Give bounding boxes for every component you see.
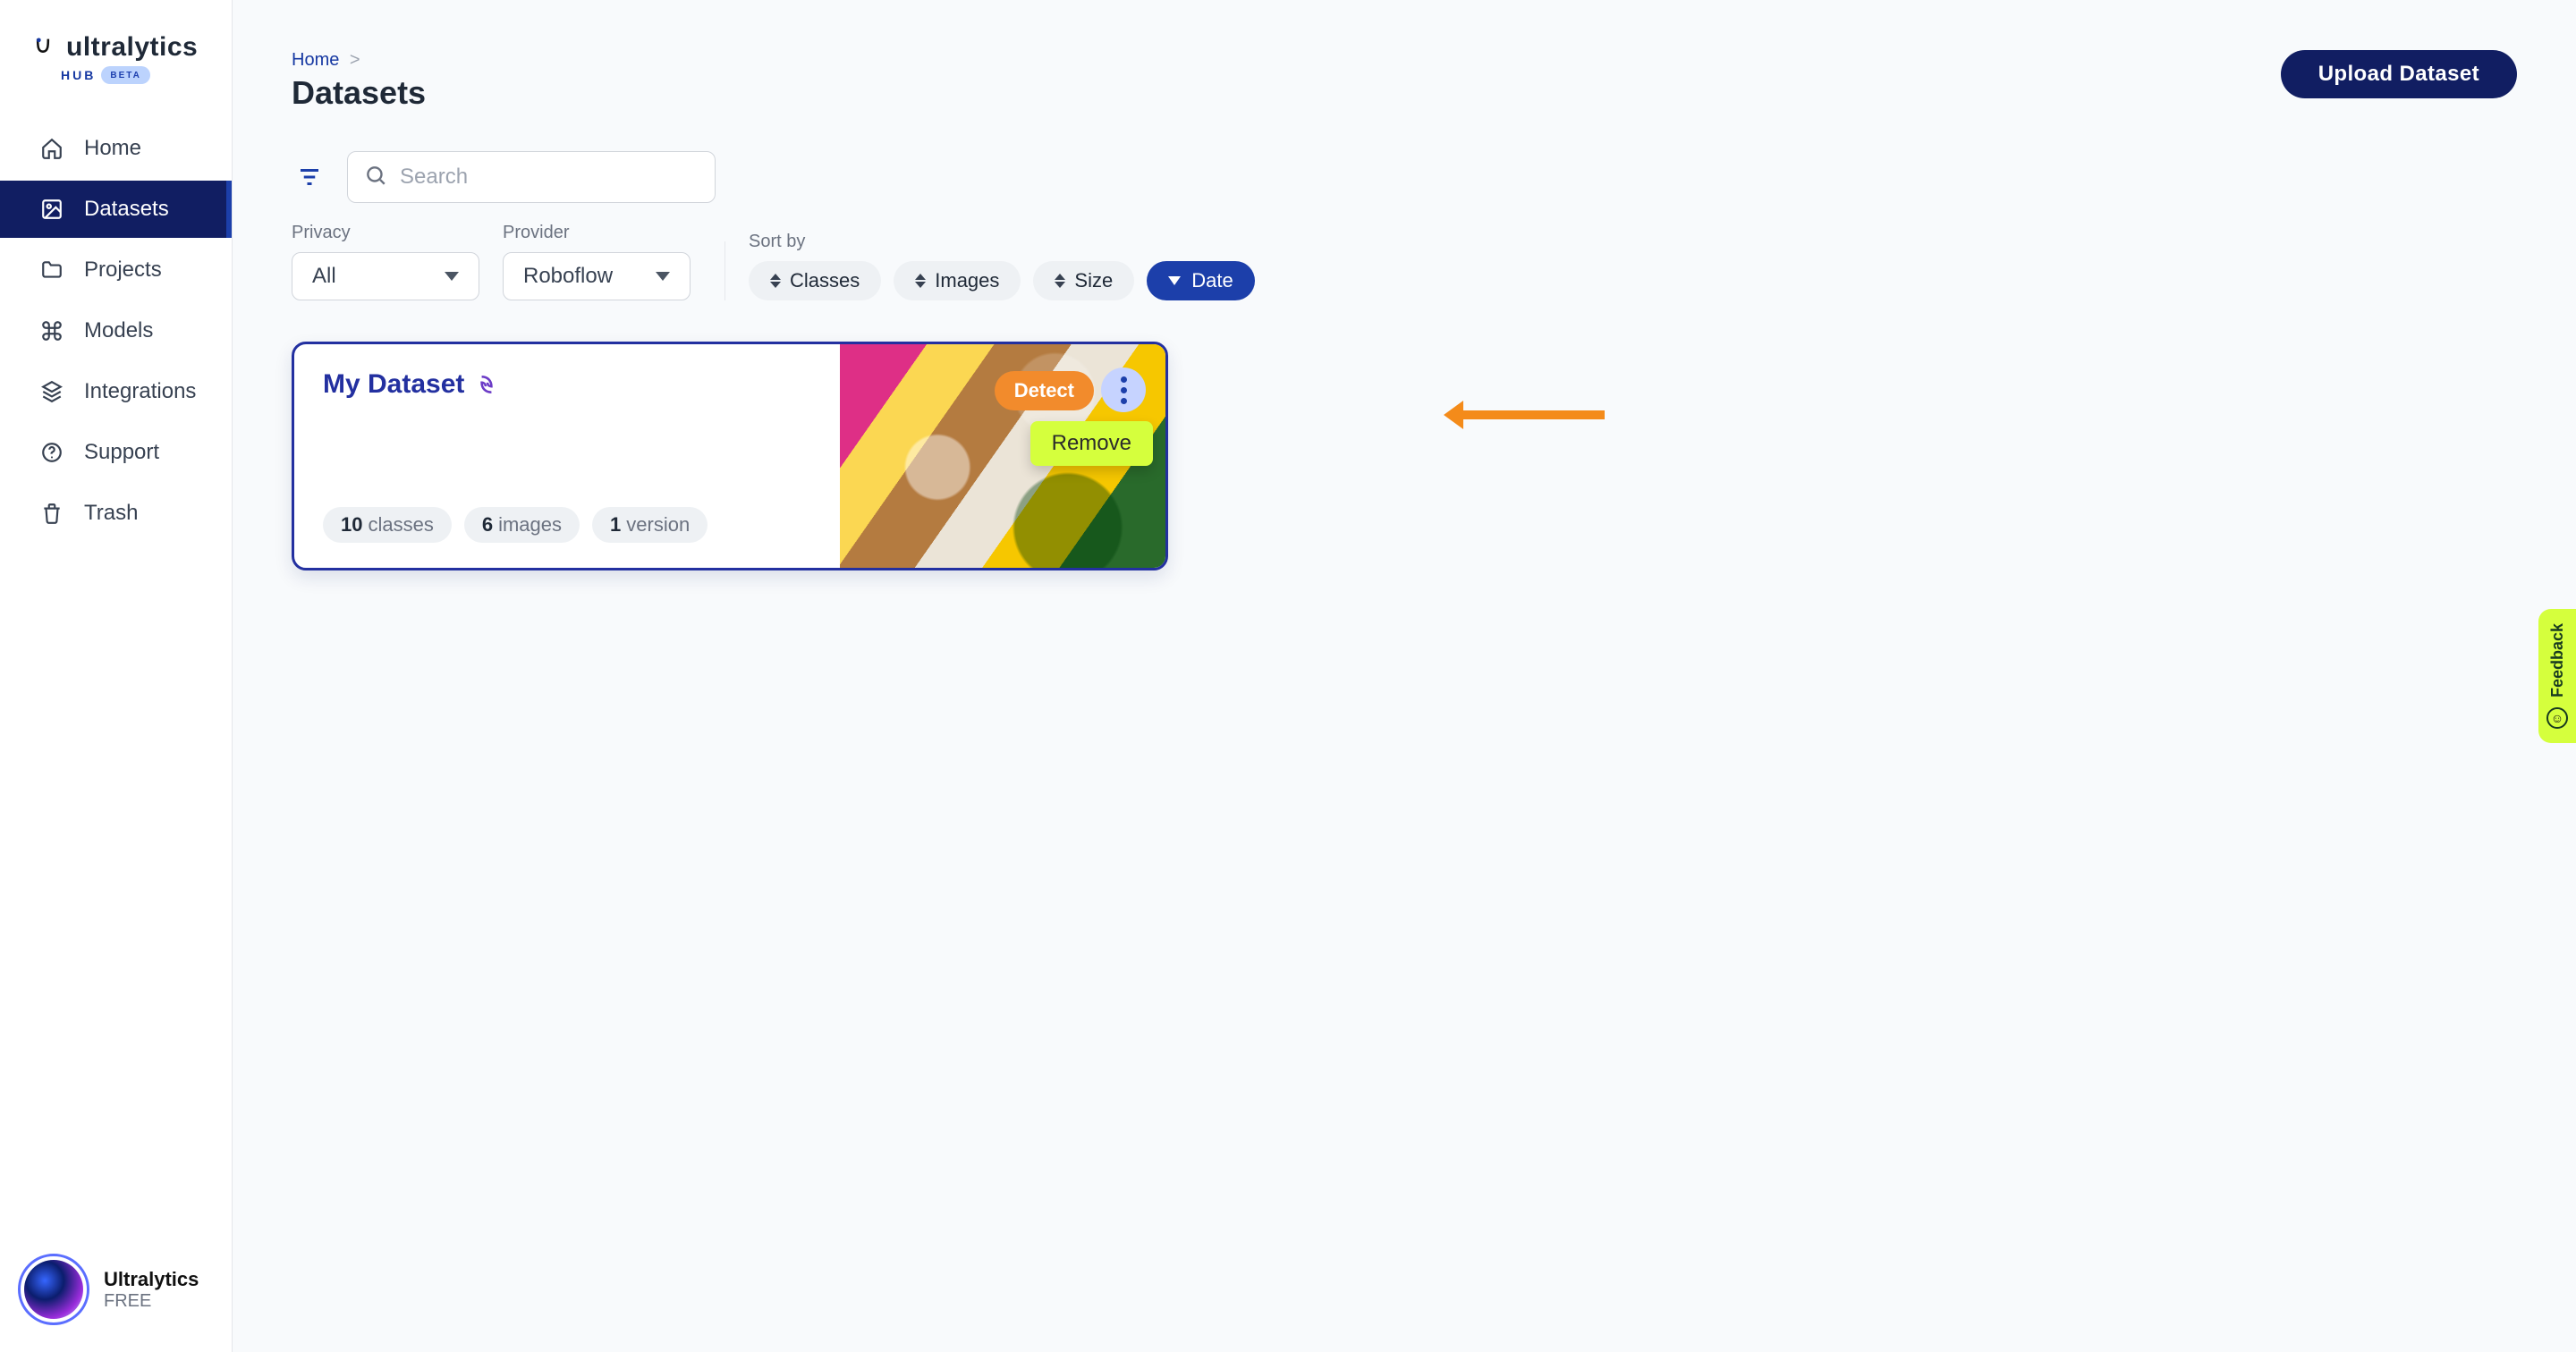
sidebar-nav: Home Datasets Projects Models (0, 120, 232, 1227)
breadcrumb-sep: > (350, 50, 360, 70)
sort-icon (1055, 274, 1065, 288)
upload-dataset-button[interactable]: Upload Dataset (2281, 50, 2517, 98)
layers-icon (39, 379, 64, 404)
brand-hub: HUB (61, 68, 96, 82)
brand-name: ultralytics (66, 32, 198, 63)
sidebar-item-label: Trash (84, 501, 138, 526)
sort-chip-size[interactable]: Size (1033, 261, 1134, 300)
kebab-icon (1121, 376, 1127, 404)
stat-value: 6 (482, 513, 493, 537)
dataset-card[interactable]: My Dataset 10 classes 6 images 1 (292, 342, 1168, 570)
search-input-wrap[interactable] (347, 151, 716, 203)
sort-chip-label: Classes (790, 269, 860, 292)
sidebar-item-home[interactable]: Home (0, 120, 232, 177)
provider-value: Roboflow (523, 264, 613, 289)
sidebar-item-label: Support (84, 440, 159, 465)
provider-filter: Provider Roboflow (503, 223, 691, 300)
main: Home > Datasets Upload Dataset Privacy A… (233, 0, 2576, 1352)
search-icon (364, 164, 387, 191)
page-header: Home > Datasets Upload Dataset (292, 50, 2517, 112)
search-input[interactable] (400, 165, 699, 190)
stat-value: 10 (341, 513, 362, 537)
sort-chip-label: Date (1191, 269, 1233, 292)
folder-icon (39, 258, 64, 283)
page-title: Datasets (292, 74, 426, 112)
chevron-down-icon (656, 272, 670, 281)
smile-icon: ☺ (2546, 707, 2568, 729)
command-icon (39, 318, 64, 343)
user-plan: FREE (104, 1291, 199, 1312)
sidebar-user-label: Ultralytics FREE (104, 1268, 199, 1312)
sidebar-item-label: Integrations (84, 379, 196, 404)
filter-icon[interactable] (292, 159, 327, 195)
sortby-label: Sort by (749, 232, 1255, 252)
image-icon (39, 197, 64, 222)
sidebar-item-label: Home (84, 136, 141, 161)
sidebar-item-projects[interactable]: Projects (0, 241, 232, 299)
divider (724, 241, 725, 300)
card-left: My Dataset 10 classes 6 images 1 (294, 344, 840, 568)
stat-value: 1 (610, 513, 621, 537)
dataset-title-row: My Dataset (323, 369, 811, 400)
brand-beta: BETA (101, 66, 149, 84)
sidebar: ultralytics HUB BETA Home Datasets (0, 0, 233, 1352)
sidebar-item-trash[interactable]: Trash (0, 485, 232, 542)
sort-chip-label: Size (1074, 269, 1113, 292)
privacy-value: All (312, 264, 336, 289)
home-icon (39, 136, 64, 161)
sort-chip-label: Images (935, 269, 999, 292)
dataset-thumb-area: Detect Remove (840, 344, 1165, 568)
stat-images: 6 images (464, 507, 580, 543)
card-menu-button[interactable] (1101, 368, 1146, 412)
sort-chip-date[interactable]: Date (1147, 261, 1254, 300)
dataset-title: My Dataset (323, 369, 464, 400)
privacy-label: Privacy (292, 223, 479, 243)
cards: My Dataset 10 classes 6 images 1 (292, 342, 2517, 570)
stat-label: images (498, 513, 562, 537)
remove-menu-item[interactable]: Remove (1030, 421, 1153, 466)
stat-label: version (626, 513, 690, 537)
provider-select[interactable]: Roboflow (503, 252, 691, 300)
brand: ultralytics HUB BETA (0, 21, 232, 120)
sidebar-user[interactable]: Ultralytics FREE (0, 1227, 232, 1352)
sidebar-item-label: Models (84, 318, 153, 343)
feedback-label: Feedback (2548, 623, 2567, 697)
sort-block: Sort by Classes Images Size Date (749, 232, 1255, 300)
stat-label: classes (368, 513, 433, 537)
roboflow-icon (475, 373, 498, 396)
breadcrumb: Home > (292, 50, 426, 71)
sort-chip-images[interactable]: Images (894, 261, 1021, 300)
brand-logo: ultralytics (30, 32, 207, 63)
chevron-down-icon (445, 272, 459, 281)
task-badge: Detect (995, 371, 1094, 410)
stat-classes: 10 classes (323, 507, 452, 543)
brand-sub: HUB BETA (61, 66, 207, 84)
trash-icon (39, 501, 64, 526)
sidebar-item-label: Datasets (84, 197, 169, 222)
sidebar-item-models[interactable]: Models (0, 302, 232, 359)
sort-chip-row: Classes Images Size Date (749, 261, 1255, 300)
sidebar-item-datasets[interactable]: Datasets (0, 181, 232, 238)
filters-row: Privacy All Provider Roboflow Sort by Cl… (292, 223, 2517, 300)
toolbar (292, 151, 2517, 203)
privacy-filter: Privacy All (292, 223, 479, 300)
provider-label: Provider (503, 223, 691, 243)
sidebar-item-support[interactable]: Support (0, 424, 232, 481)
help-icon (39, 440, 64, 465)
logo-icon (30, 35, 55, 60)
sidebar-item-integrations[interactable]: Integrations (0, 363, 232, 420)
stat-version: 1 version (592, 507, 708, 543)
privacy-select[interactable]: All (292, 252, 479, 300)
avatar (18, 1254, 89, 1325)
breadcrumb-home[interactable]: Home (292, 50, 339, 70)
sidebar-item-label: Projects (84, 258, 162, 283)
user-name: Ultralytics (104, 1268, 199, 1291)
sort-chip-classes[interactable]: Classes (749, 261, 881, 300)
feedback-tab[interactable]: Feedback ☺ (2538, 609, 2576, 743)
sort-icon (915, 274, 926, 288)
sort-icon (770, 274, 781, 288)
dataset-stats: 10 classes 6 images 1 version (323, 507, 811, 543)
